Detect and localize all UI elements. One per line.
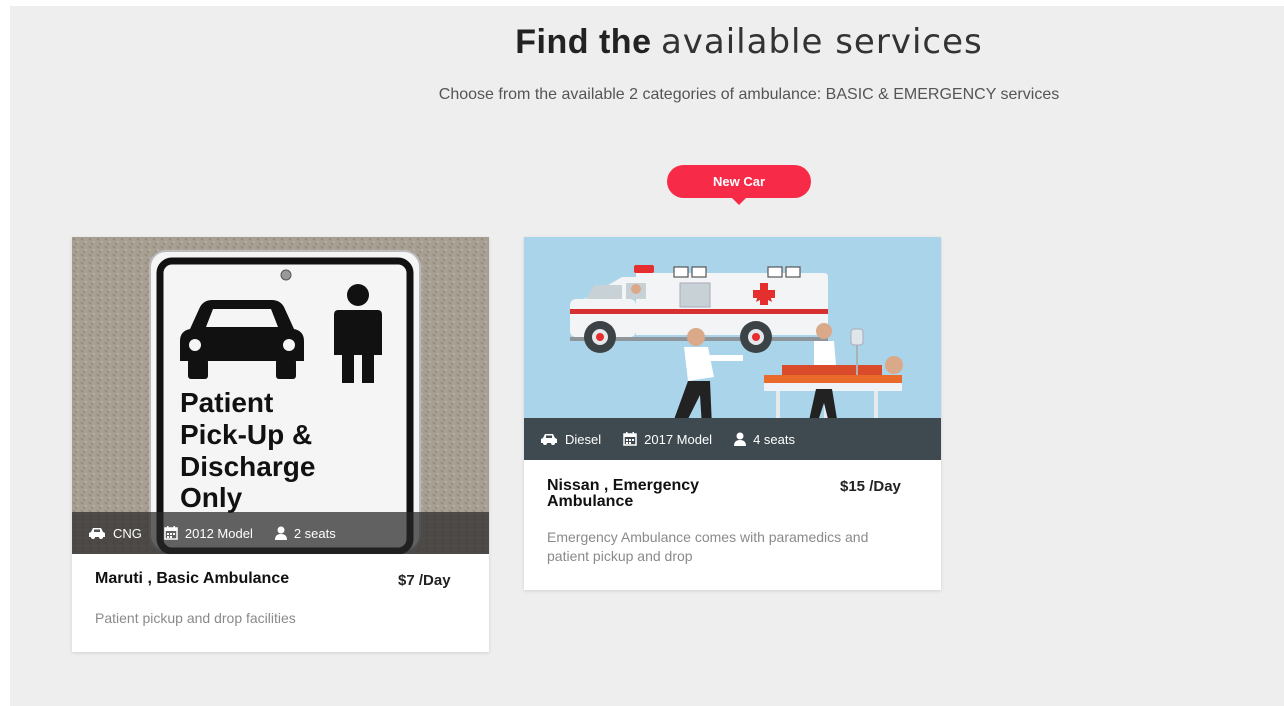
card-description: Patient pickup and drop facilities [95,610,296,626]
calendar-icon [623,432,637,446]
calendar-icon [164,526,178,540]
spec-fuel-label: Diesel [565,431,602,447]
sign-line-3: Discharge [180,451,315,482]
spec-model: 2017 Model [623,432,712,447]
spec-seats: 2 seats [274,525,336,541]
card-title[interactable]: Maruti , Basic Ambulance [95,571,289,587]
spec-seats: 4 seats [734,432,795,447]
user-icon [734,432,747,446]
page-title-light: available services [660,22,983,62]
spec-model: 2012 Model [164,526,253,541]
card-price: $15 /Day [840,478,901,495]
page-subtitle: Choose from the available 2 categories o… [438,86,1060,103]
services-section: Find the available services Choose from … [10,6,1284,706]
card-image-parking-sign[interactable]: Patient Pick-Up & Discharge Only CNG 201… [72,237,489,554]
spec-seats-label: 4 seats [753,431,795,447]
spec-fuel: Diesel [540,432,601,447]
card-description: Emergency Ambulance comes with paramedic… [547,529,869,564]
parking-sign-image: Patient Pick-Up & Discharge Only [72,237,489,554]
sign-line-1: Patient [180,387,273,418]
card-spec-bar: CNG 2012 Model 2 seats [72,512,489,554]
new-car-badge: New Car [667,165,811,205]
card-image-ambulance-illustration[interactable]: Diesel 2017 Model 4 seats [524,237,941,460]
spec-model-label: 2017 Model [644,431,713,447]
spec-seats-label: 2 seats [293,525,336,541]
sign-line-4: Only [180,482,243,513]
user-icon [274,526,287,540]
car-icon [541,434,557,445]
spec-fuel-label: CNG [113,525,142,541]
spec-fuel: CNG [88,526,142,541]
page-title-bold: Find the [515,23,652,61]
spec-model-label: 2012 Model [184,525,253,541]
card-spec-bar: Diesel 2017 Model 4 seats [524,418,941,460]
sign-line-2: Pick-Up & [180,419,312,450]
page-title: Find the available services [10,22,1284,62]
car-icon [89,528,105,539]
card-title[interactable]: Nissan , Emergency Ambulance [547,478,767,510]
ambulance-card-emergency[interactable]: Diesel 2017 Model 4 seats Nissan , Emerg… [524,237,941,590]
ambulance-card-basic[interactable]: Patient Pick-Up & Discharge Only CNG 201… [72,237,489,652]
card-price: $7 /Day [398,572,451,589]
